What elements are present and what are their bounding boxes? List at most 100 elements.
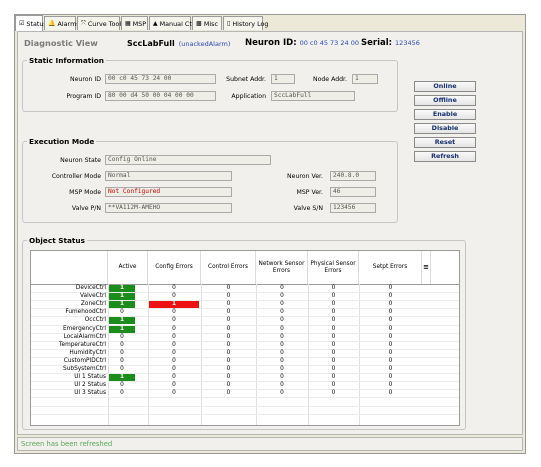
status-cell[interactable]: 0 [309, 293, 358, 300]
status-cell[interactable]: 0 [109, 390, 135, 397]
status-cell[interactable]: 0 [202, 358, 255, 365]
status-cell[interactable]: 0 [257, 366, 307, 373]
status-cell[interactable]: 0 [309, 358, 358, 365]
refresh-button[interactable]: Refresh [414, 151, 476, 162]
status-cell[interactable]: 0 [309, 285, 358, 292]
status-cell[interactable]: 0 [309, 342, 358, 349]
status-cell[interactable]: 0 [202, 342, 255, 349]
neuron-state-field[interactable]: Config Online [105, 155, 271, 165]
status-cell[interactable]: 0 [149, 366, 199, 373]
status-cell[interactable]: 1 [109, 293, 135, 301]
status-cell[interactable]: 0 [149, 350, 199, 357]
status-cell[interactable]: 0 [257, 309, 307, 316]
status-cell[interactable]: 0 [360, 350, 421, 357]
status-cell[interactable]: 0 [149, 342, 199, 349]
status-cell[interactable]: 1 [109, 301, 135, 309]
status-cell[interactable]: 0 [257, 390, 307, 397]
tab-curve-tool[interactable]: ⤧ Curve Tool [77, 16, 121, 30]
reset-button[interactable]: Reset [414, 137, 476, 148]
status-cell[interactable]: 0 [202, 366, 255, 373]
status-cell[interactable]: 0 [202, 293, 255, 300]
status-cell[interactable]: 1 [109, 325, 135, 333]
status-cell[interactable]: 0 [202, 317, 255, 324]
status-cell[interactable]: 0 [202, 390, 255, 397]
status-cell[interactable]: 0 [109, 342, 135, 349]
neuron-ver-field[interactable]: 240.8.0 [330, 171, 376, 181]
status-cell[interactable]: 0 [202, 326, 255, 333]
status-cell[interactable]: 0 [149, 326, 199, 333]
status-cell[interactable]: 0 [109, 350, 135, 357]
status-cell[interactable]: 0 [360, 374, 421, 381]
status-cell[interactable]: 1 [109, 317, 135, 325]
status-cell[interactable]: 0 [360, 358, 421, 365]
valve-pn-field[interactable]: **VA112M-AMEHO [105, 203, 232, 213]
status-cell[interactable]: 0 [202, 301, 255, 308]
status-cell[interactable]: 0 [202, 350, 255, 357]
tab-status[interactable]: ☑ Status [15, 15, 47, 31]
status-cell[interactable]: 0 [149, 293, 199, 300]
status-cell[interactable]: 0 [149, 390, 199, 397]
status-cell[interactable]: 0 [109, 334, 135, 341]
tab-history-log[interactable]: ▯ History Log [223, 16, 269, 30]
valve-sn-field[interactable]: 123456 [330, 203, 376, 213]
status-cell[interactable]: 0 [309, 382, 358, 389]
status-cell[interactable]: 0 [149, 374, 199, 381]
status-cell[interactable]: 0 [202, 309, 255, 316]
tab-alarms[interactable]: 🔔 Alarms [44, 16, 80, 30]
status-cell[interactable]: 0 [309, 317, 358, 324]
enable-button[interactable]: Enable [414, 109, 476, 120]
status-cell[interactable]: 0 [257, 301, 307, 308]
tab-msp[interactable]: ▦ MSP [121, 16, 148, 30]
status-cell[interactable]: 0 [360, 285, 421, 292]
status-cell[interactable]: 0 [257, 285, 307, 292]
status-cell[interactable]: 0 [149, 285, 199, 292]
status-cell[interactable]: 1 [109, 285, 135, 293]
status-cell[interactable]: 0 [309, 301, 358, 308]
status-cell[interactable]: 0 [149, 334, 199, 341]
status-cell[interactable]: 0 [309, 309, 358, 316]
status-cell[interactable]: 0 [257, 293, 307, 300]
status-cell[interactable]: 0 [257, 334, 307, 341]
status-cell[interactable]: 0 [257, 350, 307, 357]
status-cell[interactable]: 0 [360, 366, 421, 373]
status-cell[interactable]: 1 [109, 374, 135, 382]
status-cell[interactable]: 0 [360, 390, 421, 397]
program-id-field[interactable]: 80 00 d4 50 00 04 00 00 [105, 91, 216, 101]
status-cell[interactable]: 0 [309, 374, 358, 381]
status-cell[interactable]: 0 [149, 382, 199, 389]
object-status-table[interactable]: Active Config Errors Control Errors Network… [30, 250, 460, 426]
status-cell[interactable]: 0 [202, 285, 255, 292]
status-cell[interactable]: 0 [257, 342, 307, 349]
disable-button[interactable]: Disable [414, 123, 476, 134]
application-field[interactable]: SccLabFull [271, 91, 355, 101]
status-cell[interactable]: 0 [309, 326, 358, 333]
node-addr-field[interactable]: 1 [352, 74, 378, 84]
status-cell[interactable]: 0 [109, 366, 135, 373]
msp-ver-field[interactable]: 46 [330, 187, 376, 197]
status-cell[interactable]: 0 [149, 358, 199, 365]
status-cell[interactable]: 0 [309, 366, 358, 373]
status-cell[interactable]: 0 [257, 374, 307, 381]
tab-manual-ctrl[interactable]: ▲ Manual Ctrl [149, 16, 196, 30]
status-cell[interactable]: 0 [360, 334, 421, 341]
offline-button[interactable]: Offline [414, 95, 476, 106]
status-cell[interactable]: 0 [257, 382, 307, 389]
status-cell[interactable]: 0 [149, 317, 199, 324]
status-cell[interactable]: 0 [109, 309, 135, 316]
status-cell[interactable]: 0 [360, 301, 421, 308]
status-cell[interactable]: 0 [360, 309, 421, 316]
status-cell[interactable]: 0 [257, 317, 307, 324]
controller-mode-field[interactable]: Normal [105, 171, 232, 181]
status-cell[interactable]: 0 [309, 334, 358, 341]
status-cell[interactable]: 0 [109, 382, 135, 389]
status-cell[interactable]: 0 [109, 358, 135, 365]
status-cell[interactable]: 0 [257, 358, 307, 365]
status-cell[interactable]: 0 [360, 293, 421, 300]
status-cell[interactable]: 0 [360, 382, 421, 389]
column-chooser-icon[interactable]: ≡ [422, 251, 431, 284]
status-cell[interactable]: 0 [360, 317, 421, 324]
status-cell[interactable]: 0 [202, 382, 255, 389]
status-cell[interactable]: 1 [149, 301, 199, 309]
status-cell[interactable]: 0 [202, 374, 255, 381]
status-cell[interactable]: 0 [202, 334, 255, 341]
